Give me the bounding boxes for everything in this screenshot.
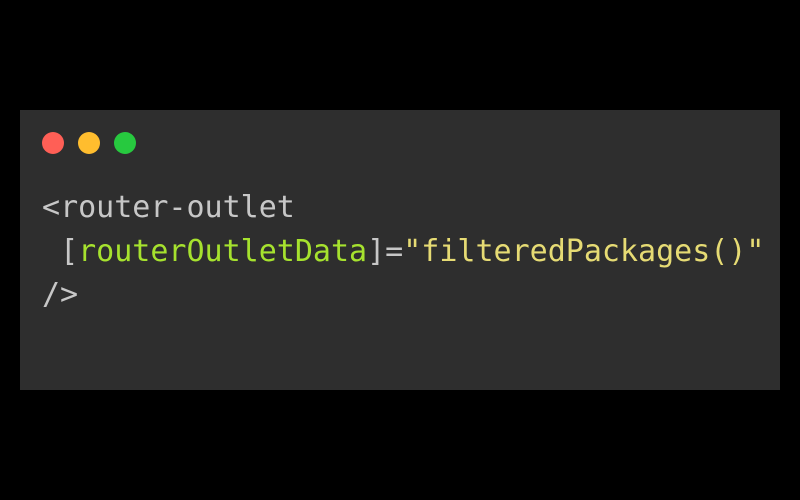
code-window: <router-outlet [routerOutletData]="filte… [20,110,780,390]
quote-close: " [746,234,764,269]
self-close-tag: /> [42,277,78,312]
attr-name: routerOutletData [78,234,367,269]
angle-bracket-open: < [42,190,60,225]
equals-sign: = [385,234,403,269]
close-icon[interactable] [42,132,64,154]
tag-name: router-outlet [60,190,295,225]
attr-bracket-close: ] [367,234,385,269]
minimize-icon[interactable] [78,132,100,154]
attr-value: filteredPackages() [421,234,746,269]
attr-bracket-open: [ [60,234,78,269]
window-traffic-lights [42,132,758,154]
maximize-icon[interactable] [114,132,136,154]
code-block: <router-outlet [routerOutletData]="filte… [42,186,758,317]
quote-open: " [403,234,421,269]
